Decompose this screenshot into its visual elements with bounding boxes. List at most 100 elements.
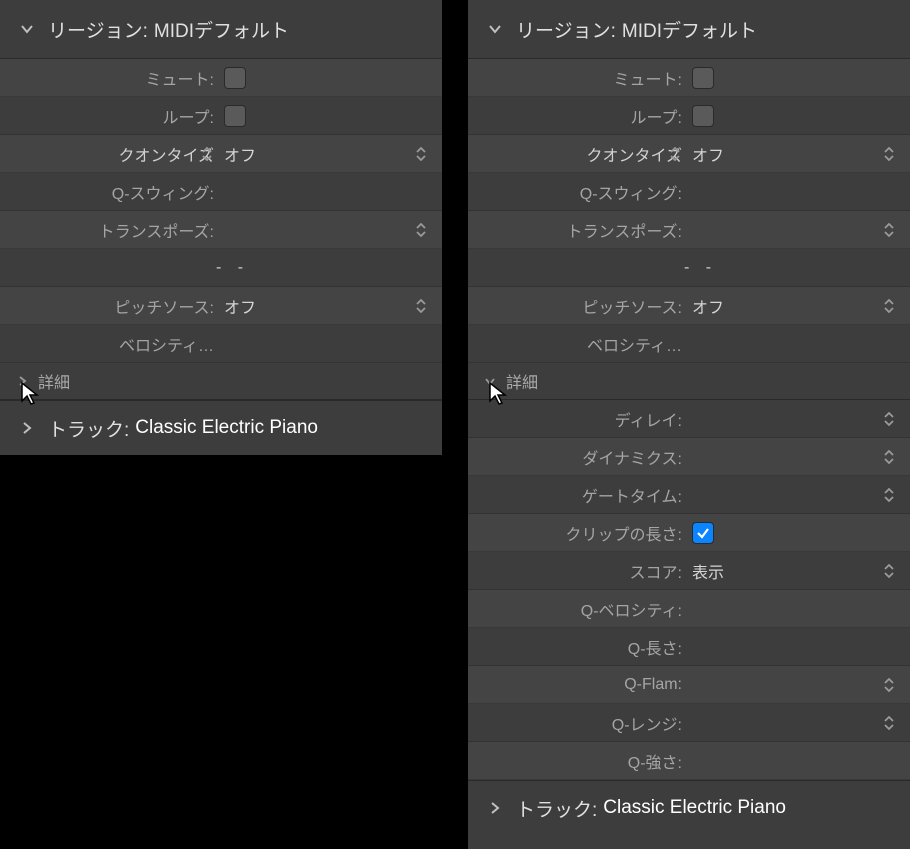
transpose-label: トランスポーズ: [468,218,684,242]
dynamics-row[interactable]: ダイナミクス: [468,438,910,476]
delay-label: ディレイ: [468,407,684,431]
qrange-label: Q-レンジ: [468,711,684,735]
qswing-label: Q-スウィング: [0,180,216,204]
qswing-label: Q-スウィング: [468,180,684,204]
loop-value [684,105,910,127]
track-header[interactable]: トラック: Classic Electric Piano [468,780,910,835]
loop-checkbox[interactable] [692,105,714,127]
container: リージョン: MIDIデフォルト ミュート: ループ: クオンタイズ [0,0,910,849]
qswing-row[interactable]: Q-スウィング: [468,173,910,211]
updown-icon[interactable] [884,296,898,316]
dynamics-label: ダイナミクス: [468,445,684,469]
velocity-label: ベロシティ… [0,332,216,356]
mute-label: ミュート: [0,66,216,90]
qlength-row[interactable]: Q-長さ: [468,628,910,666]
detail-header[interactable]: 詳細 [0,363,442,400]
region-prefix: リージョン: [48,16,148,43]
region-header[interactable]: リージョン: MIDIデフォルト [0,0,442,59]
loop-value [216,105,442,127]
region-title: リージョン: MIDIデフォルト [48,16,289,43]
chevron-right-icon [484,797,506,819]
track-name: Classic Electric Piano [603,797,786,819]
velocity-row[interactable]: ベロシティ… [468,325,910,363]
mute-checkbox[interactable] [692,67,714,89]
gatetime-label: ゲートタイム: [468,483,684,507]
left-panel-wrap: リージョン: MIDIデフォルト ミュート: ループ: クオンタイズ [0,0,442,849]
transpose-row[interactable]: トランスポーズ: [468,211,910,249]
updown-icon[interactable] [884,409,898,429]
chevron-down-icon [484,18,506,40]
updown-icon[interactable] [884,713,898,733]
qstrength-label: Q-強さ: [468,749,684,773]
gatetime-row[interactable]: ゲートタイム: [468,476,910,514]
mute-row: ミュート: [0,59,442,97]
updown-icon[interactable] [884,144,898,164]
dash-row[interactable]: - - [468,249,910,287]
detail-header[interactable]: 詳細 [468,363,910,400]
pitchsource-row[interactable]: ピッチソース: オフ [0,287,442,325]
region-title: リージョン: MIDIデフォルト [516,16,757,43]
quantize-label: クオンタイズ [0,142,216,166]
pitchsource-row[interactable]: ピッチソース: オフ [468,287,910,325]
loop-label: ループ: [0,104,216,128]
cliplength-label: クリップの長さ: [468,521,684,545]
updown-icon[interactable] [884,447,898,467]
velocity-label: ベロシティ… [468,332,684,356]
dash-value: - - [216,259,442,277]
updown-icon[interactable] [884,675,898,695]
detail-label: 詳細 [506,369,538,393]
transpose-label: トランスポーズ: [0,218,216,242]
right-panel: リージョン: MIDIデフォルト ミュート: ループ: クオンタイズ オフ [468,0,910,849]
score-row[interactable]: スコア: 表示 [468,552,910,590]
loop-row: ループ: [0,97,442,135]
detail-label: 詳細 [38,369,70,393]
quantize-label: クオンタイズ [468,142,684,166]
track-header[interactable]: トラック: Classic Electric Piano [0,400,442,455]
qvelocity-label: Q-ベロシティ: [468,597,684,621]
delay-row[interactable]: ディレイ: [468,400,910,438]
loop-row: ループ: [468,97,910,135]
updown-icon [202,144,216,164]
qlength-label: Q-長さ: [468,635,684,659]
qflam-label: Q-Flam: [468,676,684,694]
qvelocity-row[interactable]: Q-ベロシティ: [468,590,910,628]
mute-value [684,67,910,89]
track-prefix: トラック: [516,795,597,822]
mute-checkbox[interactable] [224,67,246,89]
score-value: 表示 [684,559,910,583]
pitchsource-value: オフ [216,294,442,318]
chevron-down-icon [16,18,38,40]
quantize-row[interactable]: クオンタイズ オフ [0,135,442,173]
loop-label: ループ: [468,104,684,128]
pitchsource-value: オフ [684,294,910,318]
transpose-row[interactable]: トランスポーズ: [0,211,442,249]
pitchsource-label: ピッチソース: [0,294,216,318]
updown-icon[interactable] [416,296,430,316]
updown-icon[interactable] [416,220,430,240]
updown-icon[interactable] [884,220,898,240]
quantize-row[interactable]: クオンタイズ オフ [468,135,910,173]
updown-icon[interactable] [884,561,898,581]
quantize-value: オフ [216,142,442,166]
region-header[interactable]: リージョン: MIDIデフォルト [468,0,910,59]
qflam-row[interactable]: Q-Flam: [468,666,910,704]
chevron-right-icon [16,417,38,439]
cliplength-value [684,522,910,544]
qswing-row[interactable]: Q-スウィング: [0,173,442,211]
qrange-row[interactable]: Q-レンジ: [468,704,910,742]
loop-checkbox[interactable] [224,105,246,127]
mute-row: ミュート: [468,59,910,97]
dash-row[interactable]: - - [0,249,442,287]
updown-icon [670,144,684,164]
cliplength-row: クリップの長さ: [468,514,910,552]
velocity-row[interactable]: ベロシティ… [0,325,442,363]
chevron-right-icon [12,371,32,391]
qstrength-row[interactable]: Q-強さ: [468,742,910,780]
region-prefix: リージョン: [516,16,616,43]
score-label: スコア: [468,559,684,583]
region-value: MIDIデフォルト [622,16,757,43]
track-name: Classic Electric Piano [135,417,318,439]
cliplength-checkbox[interactable] [692,522,714,544]
updown-icon[interactable] [416,144,430,164]
updown-icon[interactable] [884,485,898,505]
